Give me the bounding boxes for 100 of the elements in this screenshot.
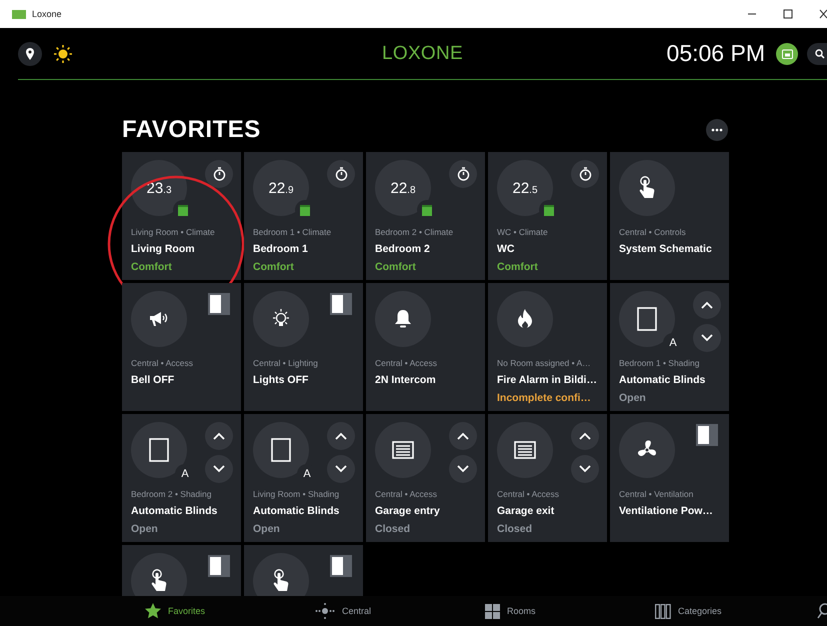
window-icon: [271, 438, 291, 462]
control-circle[interactable]: [131, 553, 187, 596]
favorite-tile[interactable]: Central • Access Garage exit Closed: [488, 414, 607, 542]
megaphone-icon: [148, 310, 170, 328]
tile-category: Living Room • Shading: [253, 489, 340, 499]
tile-status: Incomplete confi…: [497, 392, 592, 404]
tile-name: Fire Alarm in Bildi…: [497, 374, 598, 386]
tile-name: Bedroom 2: [375, 243, 431, 255]
toggle-switch[interactable]: [330, 293, 352, 315]
tile-category: Central • Access: [375, 489, 438, 499]
tile-name: Automatic Blinds: [253, 505, 340, 517]
timer-button[interactable]: [205, 160, 233, 188]
tap-hand-icon: [272, 569, 290, 593]
up-button[interactable]: [205, 422, 233, 450]
down-button[interactable]: [205, 455, 233, 483]
favorite-tile[interactable]: A Living Room • Shading Automatic Blinds Open: [244, 414, 363, 542]
tile-name: Lights OFF: [253, 374, 310, 386]
nav-tab[interactable]: Categories: [655, 604, 825, 618]
star-icon: [145, 603, 161, 619]
nav-tab[interactable]: Rooms: [485, 604, 655, 618]
tile-status: Open: [619, 392, 647, 404]
timer-button[interactable]: [449, 160, 477, 188]
favorite-tile[interactable]: Central • Ventilation Ventilatione Pow…: [610, 414, 729, 542]
calendar-icon: [782, 48, 792, 58]
up-button[interactable]: [449, 422, 477, 450]
favorite-tile[interactable]: Central • Access Bell OFF: [122, 283, 241, 411]
chevron-up-icon: [579, 432, 591, 440]
garage-door-icon: [392, 441, 414, 459]
window-icon: [637, 307, 657, 331]
toggle-switch[interactable]: [208, 555, 230, 577]
nav-tab[interactable]: Favorites: [145, 603, 315, 619]
search-icon[interactable]: [817, 603, 827, 619]
bell-icon: [394, 309, 412, 329]
tile-name: Bedroom 1: [253, 243, 309, 255]
down-button[interactable]: [693, 324, 721, 352]
tile-category: Central • Access: [131, 358, 194, 368]
favorite-tile[interactable]: No Room assigned • A… Fire Alarm in Bildi… Incomplete confi…: [488, 283, 607, 411]
favorite-tile[interactable]: 22.5 WC • Climate WC Comfort: [488, 152, 607, 280]
favorite-tile[interactable]: Central • Access 2N Intercom: [366, 283, 485, 411]
tile-status: Closed: [497, 523, 534, 535]
window-icon: [149, 438, 169, 462]
tile-name: Garage entry: [375, 505, 441, 517]
flame-icon: [517, 309, 533, 329]
more-button[interactable]: [706, 119, 728, 141]
chevron-up-icon: [335, 432, 347, 440]
tile-category: Living Room • Climate: [131, 227, 216, 237]
favorite-tile[interactable]: A Bedroom 1 • Shading Automatic Blinds Open: [610, 283, 729, 411]
tile-category: Bedroom 2 • Shading: [131, 489, 212, 499]
temperature-reading: 22.5: [512, 180, 538, 196]
favorite-tile[interactable]: Central • Controls System Schematic: [610, 152, 729, 280]
tile-category: Central • Ventilation: [619, 489, 694, 499]
location-pin-icon: [25, 48, 35, 60]
maximize-icon[interactable]: [783, 9, 793, 19]
up-button[interactable]: [693, 291, 721, 319]
chevron-up-icon: [457, 432, 469, 440]
up-button[interactable]: [327, 422, 355, 450]
chevron-up-icon: [701, 301, 713, 309]
more-icon: [711, 128, 723, 132]
tile-category: Bedroom 1 • Climate: [253, 227, 332, 237]
chevron-down-icon: [579, 465, 591, 473]
chevron-up-icon: [213, 432, 225, 440]
nav-tab[interactable]: Central: [315, 603, 485, 619]
stopwatch-icon: [578, 167, 592, 181]
location-button[interactable]: [18, 42, 42, 66]
search-icon: [815, 48, 825, 58]
search-button[interactable]: [807, 42, 827, 64]
toggle-switch[interactable]: [330, 555, 352, 577]
favorite-tile[interactable]: 22.8 Bedroom 2 • Climate Bedroom 2 Comfort: [366, 152, 485, 280]
tile-status: Comfort: [131, 261, 173, 273]
tile-name: 2N Intercom: [375, 374, 437, 386]
favorite-tile[interactable]: A Bedroom 2 • Shading Automatic Blinds Open: [122, 414, 241, 542]
toggle-switch[interactable]: [208, 293, 230, 315]
down-button[interactable]: [449, 455, 477, 483]
clock-time: 05:06 PM: [666, 40, 765, 67]
tile-name: Automatic Blinds: [619, 374, 706, 386]
down-button[interactable]: [571, 455, 599, 483]
tile-status: Comfort: [253, 261, 295, 273]
favorite-tile[interactable]: Central • Access Garage entry Closed: [366, 414, 485, 542]
chevron-down-icon: [701, 334, 713, 342]
sun-icon[interactable]: [54, 44, 72, 62]
close-icon[interactable]: [819, 9, 827, 19]
up-button[interactable]: [571, 422, 599, 450]
tile-category: No Room assigned • A…: [497, 358, 592, 368]
toggle-switch[interactable]: [696, 424, 718, 446]
chevron-down-icon: [335, 465, 347, 473]
timer-button[interactable]: [327, 160, 355, 188]
calendar-button[interactable]: [776, 42, 798, 64]
favorite-tile[interactable]: Central • Lighting Lights OFF: [244, 283, 363, 411]
favorite-tile[interactable]: 22.9 Bedroom 1 • Climate Bedroom 1 Comfort: [244, 152, 363, 280]
timer-button[interactable]: [571, 160, 599, 188]
stopwatch-icon: [212, 167, 226, 181]
down-button[interactable]: [327, 455, 355, 483]
tile-name: WC: [497, 243, 516, 255]
tile-name: Bell OFF: [131, 374, 176, 386]
tap-hand-icon: [638, 176, 656, 200]
temperature-reading: 22.9: [268, 180, 294, 196]
page-title: FAVORITES: [122, 116, 261, 144]
tile-category: WC • Climate: [497, 227, 549, 237]
control-circle[interactable]: [253, 553, 309, 596]
garage-door-icon: [514, 441, 536, 459]
